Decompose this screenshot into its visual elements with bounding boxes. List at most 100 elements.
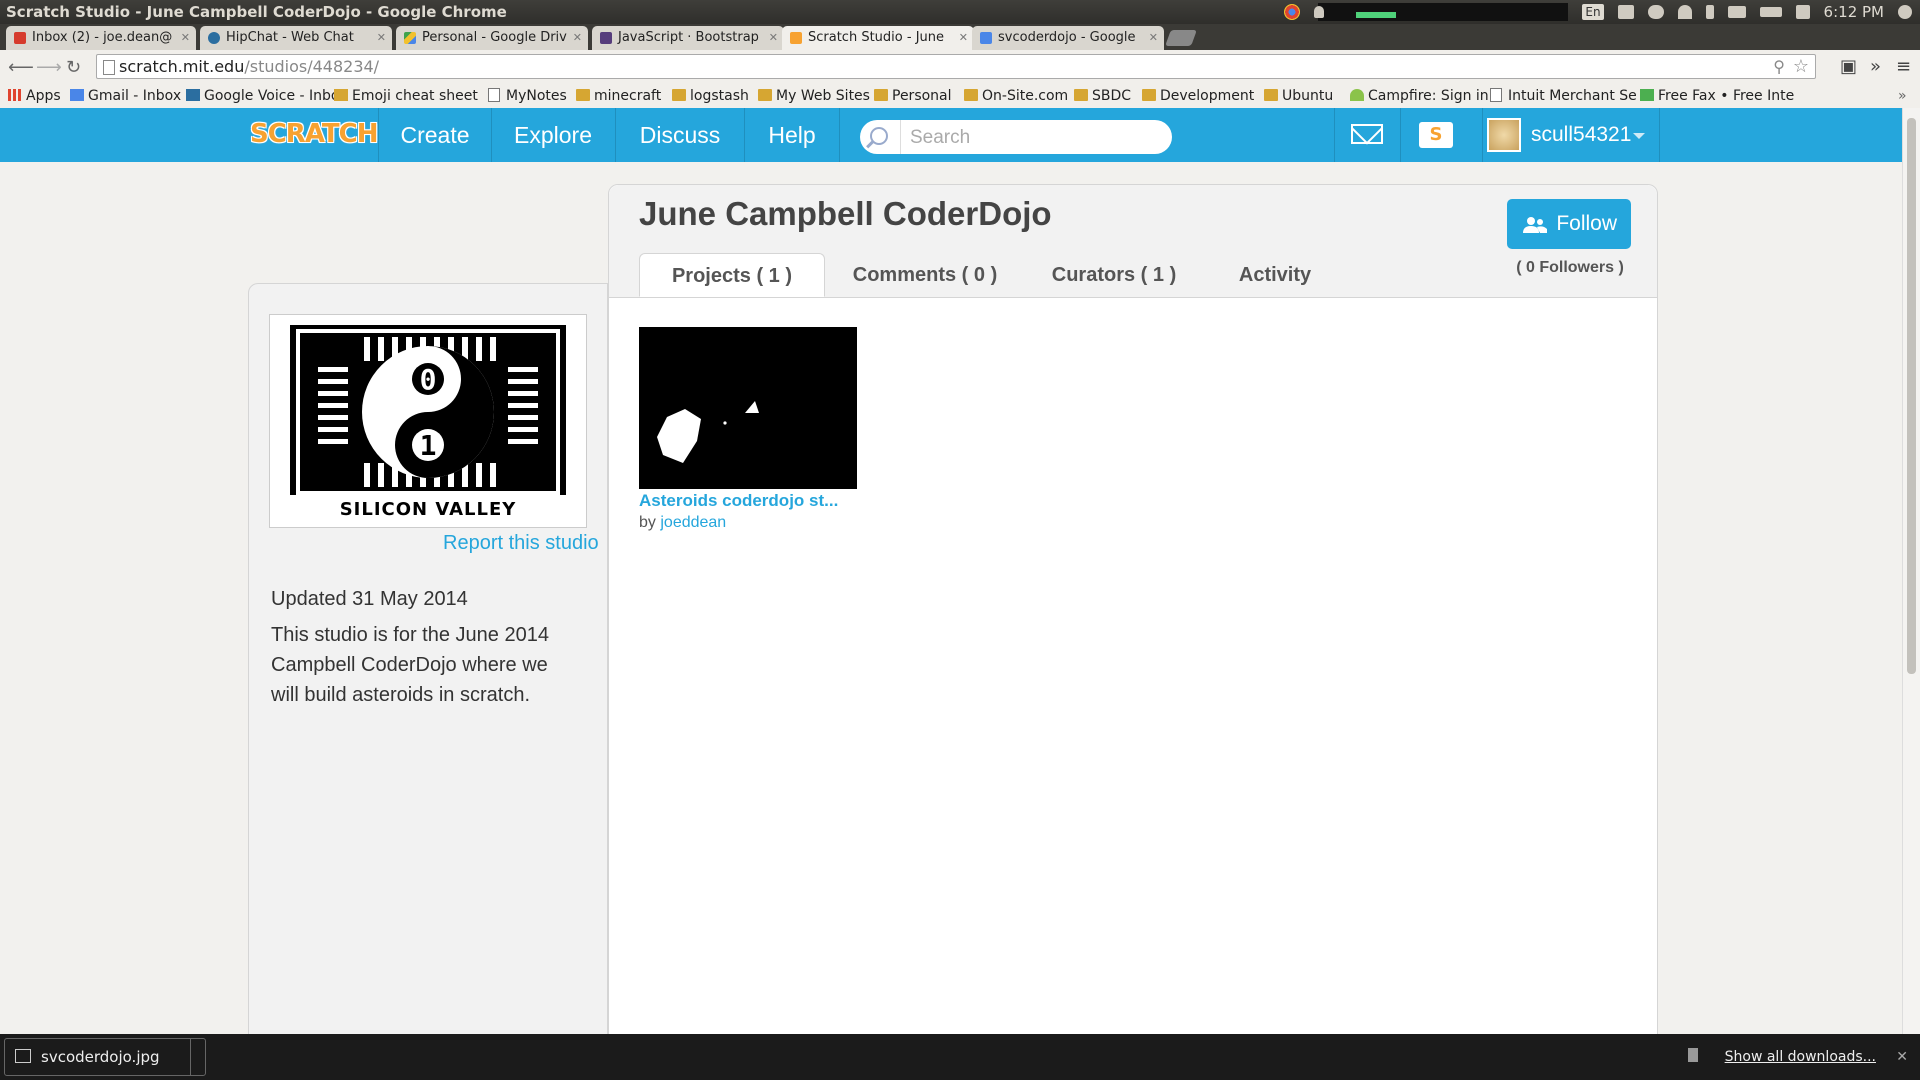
close-icon[interactable]: ✕ <box>573 26 582 50</box>
project-thumbnail[interactable] <box>639 327 857 489</box>
bookmark-gmail[interactable]: Gmail - Inbox <box>70 84 198 108</box>
follow-button[interactable]: Follow <box>1507 199 1631 249</box>
campfire-icon <box>1350 89 1364 101</box>
bookmark-google-voice[interactable]: Google Voice - Inbo <box>186 84 344 108</box>
download-filename: svcoderdojo.jpg <box>41 1048 160 1066</box>
studio-main-panel: June Campbell CoderDojo Projects ( 1 ) C… <box>608 184 1658 1044</box>
close-icon[interactable]: ✕ <box>1896 1034 1908 1080</box>
studio-logo-image: 0 1 SILICON VALLEY <box>290 325 566 519</box>
bookmark-minecraft[interactable]: minecraft <box>576 84 678 108</box>
logo-digit-top: 0 <box>420 363 437 396</box>
bookmark-development[interactable]: Development <box>1142 84 1270 108</box>
project-title[interactable]: Asteroids coderdojo st... <box>639 489 857 513</box>
tab-projects[interactable]: Projects ( 1 ) <box>639 253 825 297</box>
tab-google-search[interactable]: svcoderdojo - Google ✕ <box>972 26 1164 50</box>
bookmark-logstash[interactable]: logstash <box>672 84 766 108</box>
show-all-downloads-link[interactable]: Show all downloads... <box>1725 1034 1876 1080</box>
download-item[interactable]: svcoderdojo.jpg <box>4 1038 206 1076</box>
page-scrollbar[interactable] <box>1902 108 1920 1034</box>
bell-icon[interactable] <box>1314 6 1325 18</box>
bookmark-mynotes[interactable]: MyNotes <box>488 84 586 108</box>
bookmark-intuit[interactable]: Intuit Merchant Se <box>1490 84 1644 108</box>
url-host: scratch.mit.edu <box>119 57 245 76</box>
logo-digit-bottom: 1 <box>420 429 437 462</box>
chevron-right-icon[interactable]: » <box>1870 56 1881 77</box>
back-arrow-icon[interactable]: ⟵ <box>8 57 34 78</box>
tab-hipchat[interactable]: HipChat - Web Chat ✕ <box>200 26 392 50</box>
folder-icon <box>964 89 978 101</box>
close-icon[interactable]: ✕ <box>1149 26 1158 50</box>
scratch-logo[interactable]: SCRATCH <box>250 118 379 150</box>
cloud-icon[interactable] <box>1647 5 1664 19</box>
battery-icon[interactable] <box>1759 7 1782 17</box>
close-icon[interactable]: ✕ <box>181 26 190 50</box>
address-bar[interactable]: scratch.mit.edu/studios/448234/ ⚲ ☆ <box>96 54 1816 79</box>
tab-scratch-studio[interactable]: Scratch Studio - June ✕ <box>782 26 974 50</box>
user-menu[interactable]: scull54321 <box>1482 108 1660 162</box>
tab-label: Inbox (2) - joe.dean@ <box>32 30 173 45</box>
close-icon[interactable]: ✕ <box>769 26 778 50</box>
gear-icon[interactable] <box>1898 5 1912 19</box>
messages-button[interactable] <box>1334 108 1401 162</box>
bootstrap-icon <box>600 32 612 44</box>
reload-icon[interactable]: ↻ <box>66 57 81 78</box>
users-icon <box>1523 217 1547 233</box>
tab-comments[interactable]: Comments ( 0 ) <box>835 253 1015 297</box>
bookmark-free-fax[interactable]: Free Fax • Free Inte <box>1640 84 1798 108</box>
gmail-icon <box>14 32 26 44</box>
new-tab-button[interactable] <box>1165 30 1197 46</box>
tab-label: HipChat - Web Chat <box>226 30 354 45</box>
menu-icon[interactable]: ≡ <box>1896 56 1911 77</box>
tab-label: svcoderdojo - Google <box>998 30 1136 45</box>
nav-explore[interactable]: Explore <box>491 108 616 162</box>
printer-icon[interactable] <box>1617 5 1634 19</box>
search-icon[interactable] <box>870 127 888 145</box>
chevron-right-icon[interactable]: » <box>1898 84 1907 108</box>
my-stuff-button[interactable]: S <box>1400 108 1471 162</box>
page-icon <box>488 88 500 102</box>
nav-discuss[interactable]: Discuss <box>616 108 745 162</box>
tab-label: Scratch Studio - June <box>808 30 944 45</box>
search-input[interactable] <box>908 124 1162 152</box>
bookmark-sbdc[interactable]: SBDC <box>1074 84 1150 108</box>
folder-icon <box>1074 89 1088 101</box>
apps-grid-icon <box>8 89 22 101</box>
tab-curators[interactable]: Curators ( 1 ) <box>1029 253 1199 297</box>
nav-create[interactable]: Create <box>378 108 492 162</box>
tab-activity[interactable]: Activity <box>1213 253 1337 297</box>
forward-arrow-icon[interactable]: ⟶ <box>36 57 62 78</box>
thumbs-up-icon <box>334 89 348 101</box>
project-author-link[interactable]: joeddean <box>660 514 726 531</box>
tab-bootstrap[interactable]: JavaScript · Bootstrap ✕ <box>592 26 784 50</box>
bookmark-ubuntu[interactable]: Ubuntu <box>1264 84 1356 108</box>
tab-gmail[interactable]: Inbox (2) - joe.dean@ ✕ <box>6 26 196 50</box>
downloads-bar: svcoderdojo.jpg Show all downloads... ✕ <box>0 1034 1920 1080</box>
bluetooth-icon[interactable] <box>1705 5 1714 19</box>
keyboard-layout-indicator[interactable]: En <box>1582 4 1604 20</box>
mail-tray-icon[interactable] <box>1727 6 1746 18</box>
wifi-icon[interactable] <box>1677 5 1692 19</box>
clock[interactable]: 6:12 PM <box>1824 0 1884 24</box>
bookmark-on-site[interactable]: On-Site.com <box>964 84 1082 108</box>
report-studio-link[interactable]: Report this studio <box>443 532 599 555</box>
google-icon <box>980 32 992 44</box>
chevron-down-icon[interactable] <box>190 1039 205 1075</box>
bookmark-personal[interactable]: Personal <box>874 84 972 108</box>
avatar <box>1487 118 1521 152</box>
volume-icon[interactable] <box>1795 5 1810 19</box>
bookmark-star-icon[interactable]: ☆ <box>1793 55 1809 78</box>
folder-icon <box>672 89 686 101</box>
nav-help[interactable]: Help <box>745 108 840 162</box>
scrollbar-thumb[interactable] <box>1907 118 1916 674</box>
download-arrow-icon <box>1688 1048 1698 1062</box>
close-icon[interactable]: ✕ <box>377 26 386 50</box>
zoom-icon[interactable]: ⚲ <box>1773 55 1785 78</box>
bookmark-campfire[interactable]: Campfire: Sign in <box>1350 84 1502 108</box>
bookmark-emoji[interactable]: Emoji cheat sheet <box>334 84 492 108</box>
extension-icon[interactable]: ▣ <box>1840 56 1857 77</box>
chrome-icon[interactable] <box>1284 4 1301 20</box>
bookmark-my-web-sites[interactable]: My Web Sites <box>758 84 882 108</box>
close-icon[interactable]: ✕ <box>959 26 968 50</box>
tab-google-drive[interactable]: Personal - Google Driv ✕ <box>396 26 588 50</box>
search-box <box>860 120 1172 154</box>
